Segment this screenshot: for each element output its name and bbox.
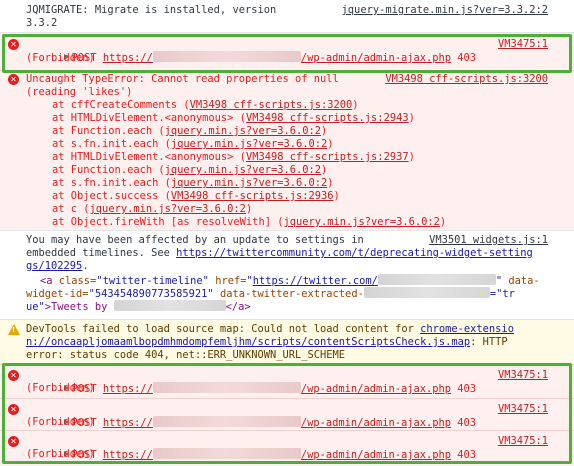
error-icon: ✕: [8, 39, 19, 50]
stack-frame: at s.fn.init.each (jquery.min.js?ver=3.6…: [52, 138, 334, 150]
stack-frame-link[interactable]: jquery.min.js?ver=3.6.0:2: [165, 125, 321, 137]
stack-frame: at HTMLDivElement.<anonymous> (VM3498 cf…: [52, 112, 415, 124]
source-link[interactable]: VM3475:1: [498, 38, 548, 51]
error-message: Uncaught TypeError: Cannot read properti…: [26, 73, 339, 85]
redacted-domain: [152, 51, 301, 62]
stack-frame-link[interactable]: jquery.min.js?ver=3.6.0:2: [90, 203, 246, 215]
stack-frame: at Function.each (jquery.min.js?ver=3.6.…: [52, 164, 328, 176]
warning-text: error: status code 404, net::ERR_UNKNOWN…: [26, 349, 346, 361]
redacted-domain: [152, 382, 301, 393]
status-text: (Forbidden): [26, 448, 95, 460]
request-url[interactable]: https:///wp-admin/admin-ajax.php: [103, 51, 451, 64]
console-error-post-403[interactable]: ✕ POST https:///wp-admin/admin-ajax.php …: [0, 431, 574, 466]
status-text: (Forbidden): [26, 52, 95, 64]
stack-frame: at c (jquery.min.js?ver=3.6.0:2): [52, 203, 253, 215]
source-link[interactable]: VM3498 cff-scripts.js:3200: [385, 73, 548, 86]
stack-frame-link[interactable]: VM3498 cff-scripts.js:2937: [246, 151, 409, 163]
status-code: 403: [457, 417, 477, 429]
stack-frame: at Object.fireWith [as resolveWith] (jqu…: [52, 216, 447, 228]
redacted-handle: [377, 274, 496, 285]
error-icon: ✕: [8, 370, 19, 381]
warning-icon: !: [8, 324, 20, 335]
status-text: (Forbidden): [26, 382, 95, 394]
source-map-link[interactable]: chrome-extensio: [420, 323, 514, 335]
stack-frame-link[interactable]: VM3498 cff-scripts.js:2943: [246, 112, 409, 124]
stack-frame-link[interactable]: VM3498 cff-scripts.js:3200: [190, 99, 353, 111]
redacted-domain: [152, 448, 301, 459]
status-code: 403: [457, 449, 477, 461]
error-message: (reading 'likes'): [26, 86, 133, 98]
status-text: (Forbidden): [26, 416, 95, 428]
request-url[interactable]: https:///wp-admin/admin-ajax.php: [103, 448, 451, 461]
message-text: JQMIGRATE: Migrate is installed, version: [26, 4, 277, 16]
message-text: 3.3.2: [26, 17, 58, 29]
redacted-domain: [152, 416, 301, 427]
element-snippet[interactable]: <a class="twitter-timeline" href="https:…: [40, 274, 540, 288]
request-url[interactable]: https:///wp-admin/admin-ajax.php: [103, 416, 451, 429]
devtools-console: JQMIGRATE: Migrate is installed, version…: [0, 0, 574, 466]
stack-frame-link[interactable]: VM3498 cff-scripts.js:2936: [171, 190, 334, 202]
redacted-name: [113, 300, 226, 311]
source-link[interactable]: jquery-migrate.min.js?ver=3.3.2:2: [342, 4, 548, 17]
message-text: You may have been affected by an update …: [26, 234, 364, 246]
redacted-id: [363, 287, 490, 298]
source-link[interactable]: VM3501 widgets.js:1: [429, 234, 548, 247]
status-code: 403: [457, 52, 477, 64]
stack-frame-link[interactable]: jquery.min.js?ver=3.6.0:2: [165, 164, 321, 176]
console-error-post-403[interactable]: ✕ POST https:///wp-admin/admin-ajax.php …: [0, 33, 574, 70]
source-link[interactable]: VM3475:1: [498, 435, 548, 448]
stack-frame-link[interactable]: jquery.min.js?ver=3.6.0:2: [171, 138, 327, 150]
twitter-community-link-cont[interactable]: gs/102295: [26, 260, 82, 272]
console-warning-sourcemap: ! DevTools failed to load source map: Co…: [0, 320, 574, 364]
console-error-post-403[interactable]: ✕ POST https:///wp-admin/admin-ajax.php …: [0, 365, 574, 398]
twitter-community-link[interactable]: https://twittercommunity.com/t/deprecati…: [176, 247, 533, 259]
stack-frame: at Object.success (VM3498 cff-scripts.js…: [52, 190, 340, 202]
error-icon: ✕: [8, 74, 19, 85]
stack-frame: at s.fn.init.each (jquery.min.js?ver=3.6…: [52, 177, 334, 189]
source-link[interactable]: VM3475:1: [498, 369, 548, 382]
error-icon: ✕: [8, 436, 19, 447]
console-message-jqmigrate: JQMIGRATE: Migrate is installed, version…: [0, 0, 574, 32]
message-text: embedded timelines. See: [26, 247, 177, 259]
stack-frame: at Function.each (jquery.min.js?ver=3.6.…: [52, 125, 328, 137]
stack-frame-link[interactable]: jquery.min.js?ver=3.6.0:2: [171, 177, 327, 189]
console-message-twitter: You may have been affected by an update …: [0, 231, 574, 319]
request-url[interactable]: https:///wp-admin/admin-ajax.php: [103, 382, 451, 395]
source-link[interactable]: VM3475:1: [498, 403, 548, 416]
status-code: 403: [457, 383, 477, 395]
stack-frame-link[interactable]: jquery.min.js?ver=3.6.0:2: [283, 216, 439, 228]
error-icon: ✕: [8, 404, 19, 415]
console-error-post-403[interactable]: ✕ POST https:///wp-admin/admin-ajax.php …: [0, 399, 574, 430]
stack-frame: at cffCreateComments (VM3498 cff-scripts…: [52, 99, 359, 111]
twitter-href-link[interactable]: https://twitter.com/: [253, 275, 378, 287]
source-map-link-cont[interactable]: n://oncaapljomaamlbopdmhmdompfemljhm/scr…: [26, 336, 470, 348]
stack-frame: at HTMLDivElement.<anonymous> (VM3498 cf…: [52, 151, 415, 163]
warning-text: DevTools failed to load source map: Coul…: [26, 323, 421, 335]
console-error-typeerror: ✕ Uncaught TypeError: Cannot read proper…: [0, 71, 574, 230]
